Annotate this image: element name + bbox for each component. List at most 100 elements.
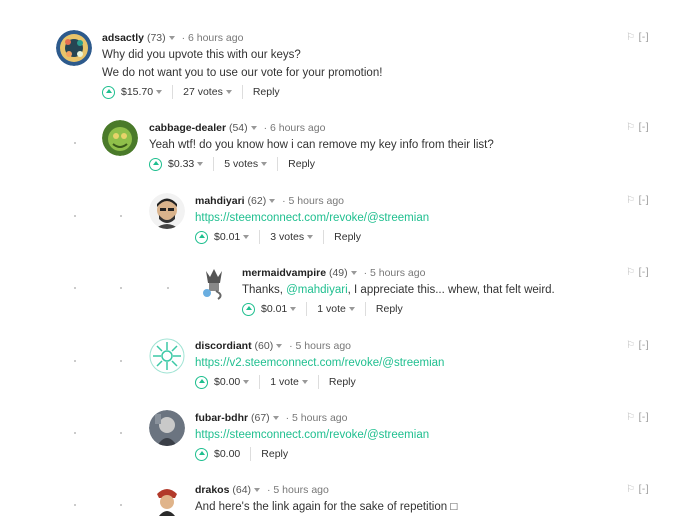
avatar[interactable]: [196, 265, 232, 301]
votes-count[interactable]: 27 votes: [183, 84, 223, 100]
chevron-down-icon[interactable]: [243, 380, 250, 384]
chevron-down-icon[interactable]: [269, 199, 276, 204]
divider: [277, 157, 279, 171]
author-name[interactable]: cabbage-dealer: [149, 122, 226, 134]
avatar[interactable]: [149, 338, 185, 374]
avatar[interactable]: [56, 30, 92, 66]
payout-value[interactable]: $0.01: [214, 229, 240, 245]
timestamp[interactable]: · 6 hours ago: [264, 122, 326, 134]
collapse-button[interactable]: [-]: [639, 267, 649, 278]
chevron-down-icon[interactable]: [272, 416, 279, 421]
author-reputation: (64): [232, 484, 252, 496]
chevron-down-icon[interactable]: [276, 344, 283, 349]
user-mention[interactable]: @mahdiyari: [286, 284, 348, 296]
comment-footer: $0.00 1 vote Reply: [195, 374, 651, 390]
collapse-button[interactable]: [-]: [639, 484, 649, 495]
chevron-down-icon[interactable]: [156, 90, 163, 94]
divider: [364, 302, 366, 316]
upvote-icon[interactable]: [149, 157, 162, 171]
mahdiyari-avatar-icon: [149, 193, 185, 229]
flag-icon[interactable]: ⚐: [626, 32, 635, 43]
collapse-button[interactable]: [-]: [639, 32, 649, 43]
timestamp[interactable]: · 5 hours ago: [286, 412, 348, 424]
reply-button[interactable]: Reply: [288, 156, 315, 172]
mermaidvampire-avatar-icon: [196, 265, 232, 301]
comment-body: adsactly (73) · 6 hours ago Why did you …: [102, 30, 651, 100]
votes-count[interactable]: 5 votes: [224, 156, 258, 172]
comment-link[interactable]: https://steemconnect.com/revoke/@streemi…: [195, 212, 429, 224]
comment-body: fubar-bdhr (67) · 5 hours ago https://st…: [195, 410, 651, 462]
reply-button[interactable]: Reply: [329, 374, 356, 390]
author-name[interactable]: discordiant: [195, 340, 252, 352]
chevron-down-icon[interactable]: [225, 90, 232, 94]
reply-button[interactable]: Reply: [261, 446, 288, 462]
votes-count[interactable]: 1 vote: [317, 301, 346, 317]
payout-value[interactable]: $0.00: [214, 374, 240, 390]
collapse-button[interactable]: [-]: [639, 340, 649, 351]
chevron-down-icon[interactable]: [301, 380, 308, 384]
avatar[interactable]: [149, 410, 185, 446]
votes-count[interactable]: 1 vote: [270, 374, 299, 390]
chevron-down-icon[interactable]: [250, 126, 257, 131]
chevron-down-icon[interactable]: [261, 162, 268, 166]
reply-button[interactable]: Reply: [376, 301, 403, 317]
chevron-down-icon[interactable]: [254, 488, 261, 493]
upvote-icon[interactable]: [242, 302, 255, 316]
flag-icon[interactable]: ⚐: [626, 412, 635, 423]
chevron-down-icon[interactable]: [290, 307, 297, 311]
upvote-icon[interactable]: [195, 230, 208, 244]
author-name[interactable]: mermaidvampire: [242, 267, 326, 279]
author-name[interactable]: mahdiyari: [195, 195, 245, 207]
collapse-button[interactable]: [-]: [639, 412, 649, 423]
indent-guide: [74, 215, 76, 217]
indent-guide: [120, 360, 122, 362]
timestamp[interactable]: · 5 hours ago: [364, 267, 426, 279]
upvote-icon[interactable]: [195, 375, 208, 389]
reply-button[interactable]: Reply: [334, 229, 361, 245]
comment-link[interactable]: https://steemconnect.com/revoke/@streemi…: [195, 429, 429, 441]
adsactly-avatar-icon: [56, 30, 92, 66]
votes-count[interactable]: 3 votes: [270, 229, 304, 245]
avatar[interactable]: [149, 193, 185, 229]
collapse-button[interactable]: [-]: [639, 195, 649, 206]
timestamp[interactable]: · 5 hours ago: [289, 340, 351, 352]
flag-icon[interactable]: ⚐: [626, 122, 635, 133]
reply-button[interactable]: Reply: [253, 84, 280, 100]
divider: [250, 447, 252, 461]
chevron-down-icon[interactable]: [197, 162, 204, 166]
chevron-down-icon[interactable]: [350, 271, 357, 276]
indent-guide: [120, 215, 122, 217]
avatar[interactable]: [149, 482, 185, 518]
payout-value[interactable]: $15.70: [121, 84, 153, 100]
comment-link[interactable]: https://v2.steemconnect.com/revoke/@stre…: [195, 357, 444, 369]
author-name[interactable]: adsactly: [102, 32, 144, 44]
timestamp[interactable]: · 5 hours ago: [267, 484, 329, 496]
comment-meta: drakos (64) · 5 hours ago: [195, 482, 651, 498]
comment-text: https://v2.steemconnect.com/revoke/@stre…: [195, 354, 651, 372]
upvote-icon[interactable]: [102, 85, 115, 99]
payout-value[interactable]: $0.00: [214, 446, 240, 462]
upvote-icon[interactable]: [195, 447, 208, 461]
chevron-down-icon[interactable]: [243, 235, 250, 239]
chevron-down-icon[interactable]: [168, 36, 175, 41]
payout-value[interactable]: $0.01: [261, 301, 287, 317]
fubar-avatar-icon: [149, 410, 185, 446]
divider: [172, 85, 174, 99]
collapse-button[interactable]: [-]: [639, 122, 649, 133]
timestamp[interactable]: · 5 hours ago: [282, 195, 344, 207]
timestamp[interactable]: · 6 hours ago: [182, 32, 244, 44]
payout-value[interactable]: $0.33: [168, 156, 194, 172]
chevron-down-icon[interactable]: [307, 235, 314, 239]
comment-footer: $15.70 27 votes Reply: [102, 84, 651, 100]
author-name[interactable]: fubar-bdhr: [195, 412, 248, 424]
flag-icon[interactable]: ⚐: [626, 340, 635, 351]
chevron-down-icon[interactable]: [348, 307, 355, 311]
comment-body: discordiant (60) · 5 hours ago https://v…: [195, 338, 651, 390]
flag-icon[interactable]: ⚐: [626, 484, 635, 495]
author-name[interactable]: drakos: [195, 484, 229, 496]
flag-icon[interactable]: ⚐: [626, 267, 635, 278]
indent-guide: [74, 142, 76, 144]
flag-icon[interactable]: ⚐: [626, 195, 635, 206]
avatar[interactable]: [102, 120, 138, 156]
divider: [323, 230, 325, 244]
